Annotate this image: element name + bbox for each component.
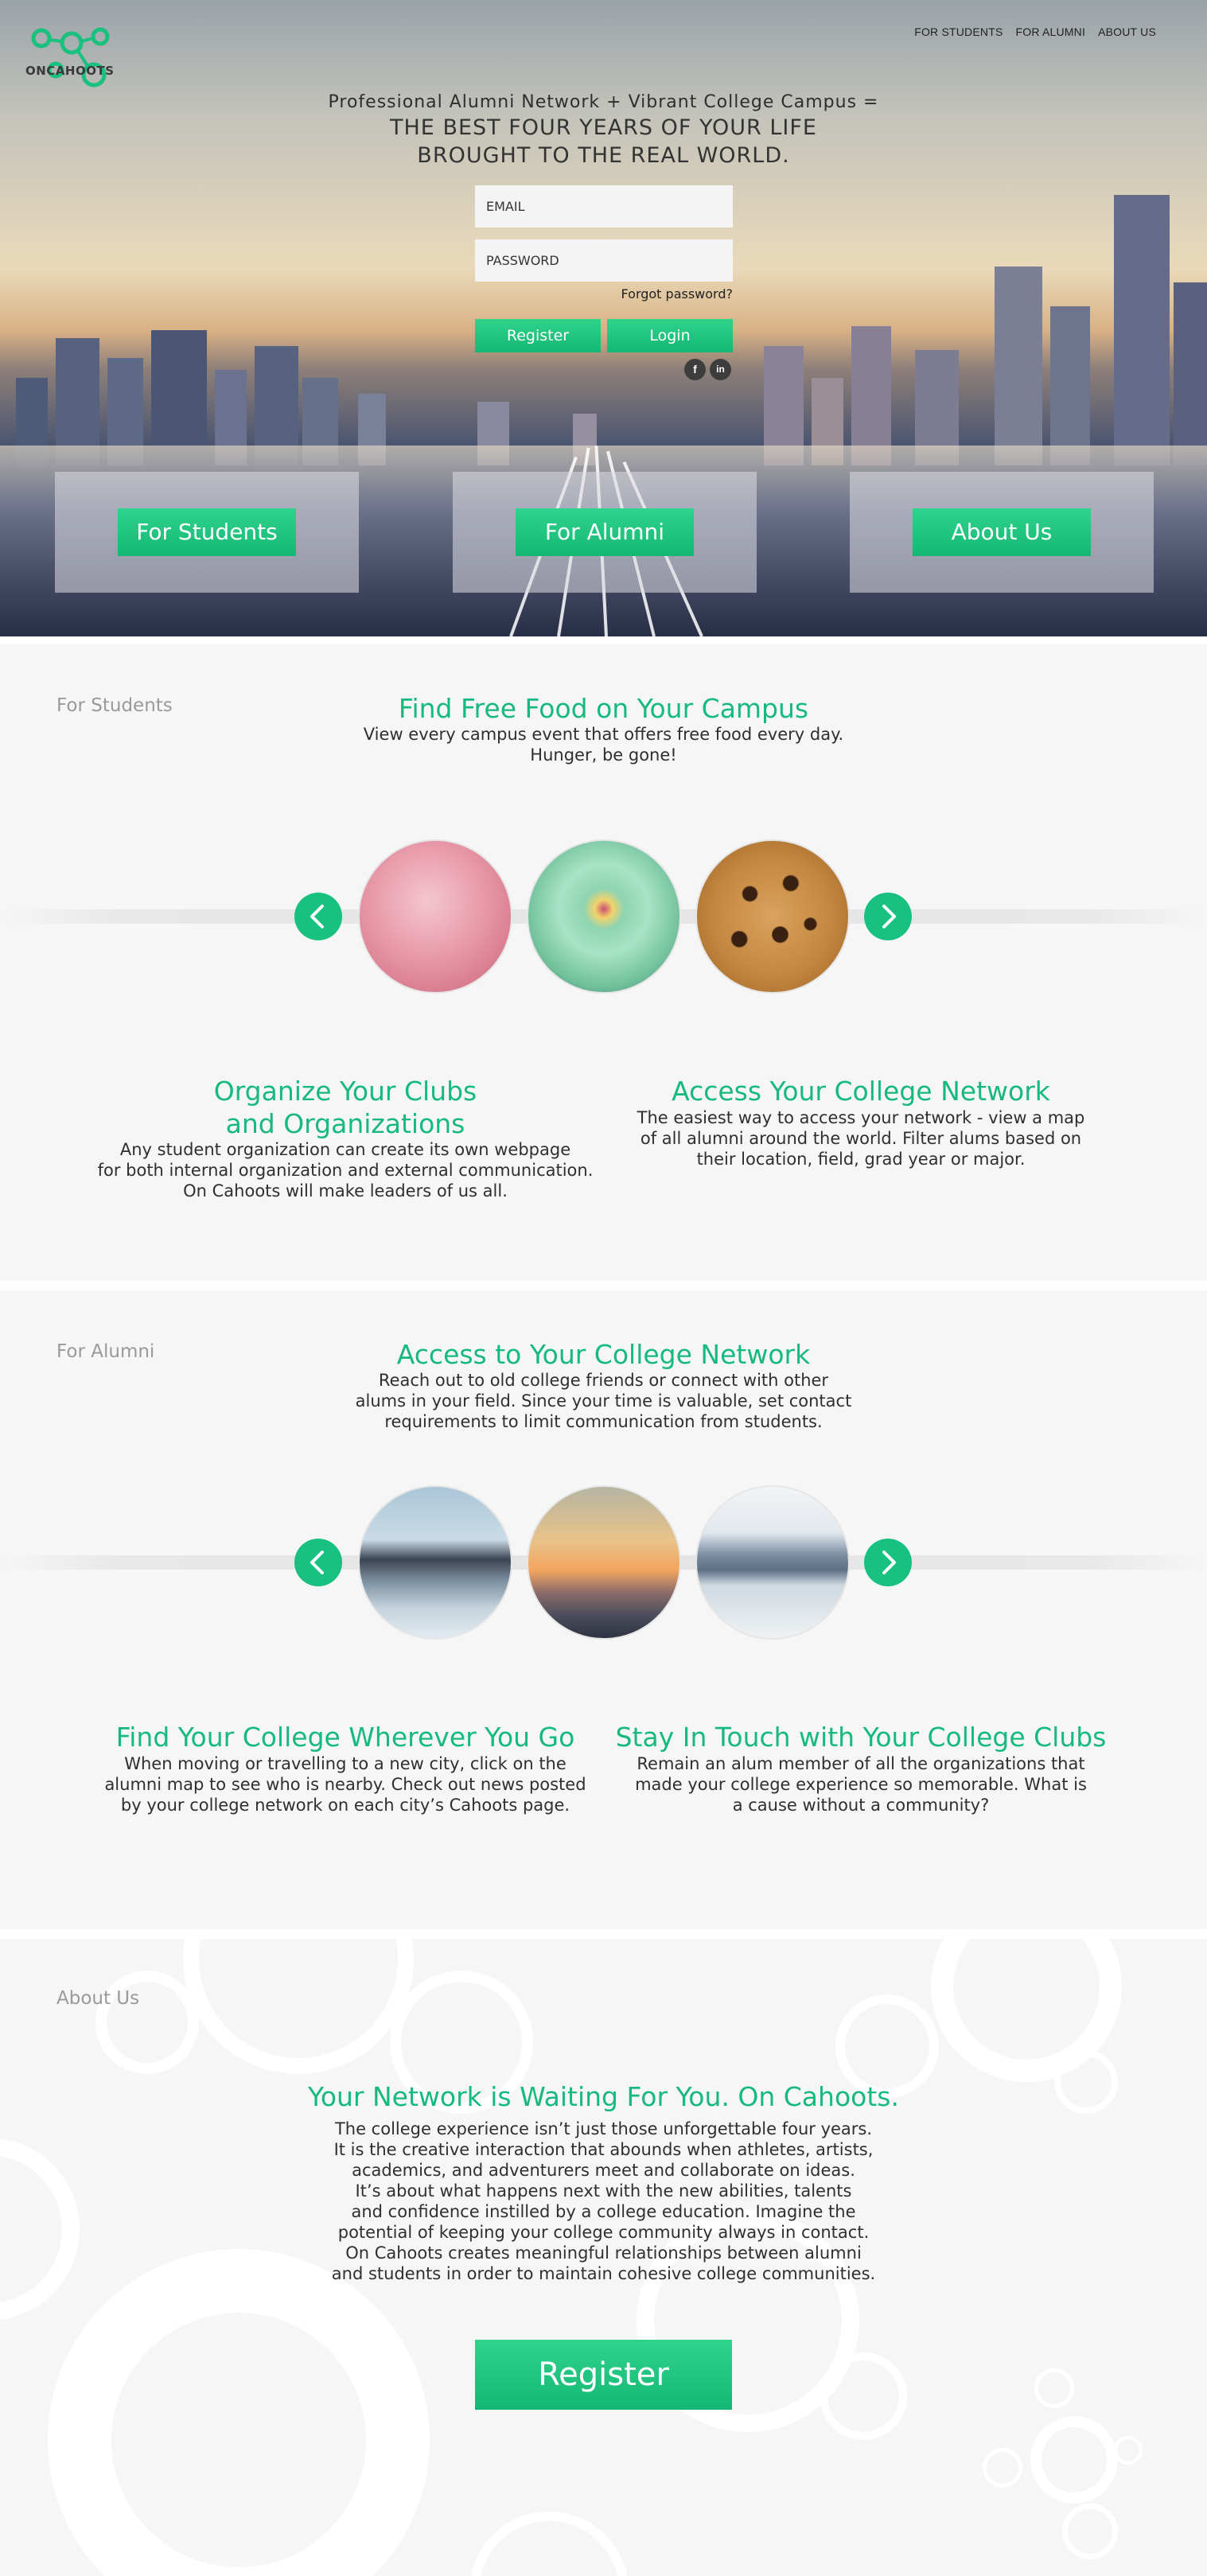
nav-for-alumni[interactable]: FOR ALUMNI — [1016, 25, 1086, 38]
about-title: Your Network is Waiting For You. On Caho… — [308, 2081, 899, 2112]
hero-headline-line1: THE BEST FOUR YEARS OF YOUR LIFE — [390, 115, 817, 140]
section-label: About Us — [56, 1988, 140, 2009]
nav-for-students[interactable]: FOR STUDENTS — [914, 25, 1003, 38]
chevron-right-icon — [882, 1551, 896, 1574]
register-bottom-button[interactable]: Register — [475, 2340, 732, 2410]
new-york-skyline-photo[interactable] — [695, 1485, 850, 1640]
access-network-title: Access Your College Network — [672, 1076, 1050, 1107]
chocolate-chip-cookie-photo[interactable] — [695, 839, 850, 994]
stay-in-touch-title: Stay In Touch with Your College Clubs — [615, 1722, 1107, 1753]
forgot-password-link[interactable]: Forgot password? — [475, 286, 733, 302]
panel-for-alumni: For Alumni — [453, 472, 757, 593]
about-us-button[interactable]: About Us — [913, 508, 1091, 556]
find-college-body-line3: by your college network on each city’s C… — [120, 1796, 570, 1815]
stay-in-touch-body-line1: Remain an alum member of all the organiz… — [637, 1754, 1085, 1773]
about-body-line3: academics, and adventurers meet and coll… — [352, 2161, 855, 2180]
about-body-line8: and students in order to maintain cohesi… — [331, 2264, 876, 2283]
chevron-right-icon — [882, 905, 896, 928]
feature-body-line2: Hunger, be gone! — [530, 745, 677, 765]
about-us-section: About Us Your Network is Waiting For You… — [0, 1939, 1207, 2576]
carousel-next-button[interactable] — [864, 1539, 912, 1586]
for-students-button[interactable]: For Students — [118, 508, 296, 556]
stay-in-touch-body-line3: a cause without a community? — [732, 1796, 990, 1815]
nav-about-us[interactable]: ABOUT US — [1098, 25, 1156, 38]
organize-clubs-title-line2: and Organizations — [225, 1108, 465, 1139]
for-students-section: For Students Find Free Food on Your Camp… — [0, 644, 1207, 1281]
chevron-left-icon — [310, 1551, 324, 1574]
find-college-body-line2: alumni map to see who is nearby. Check o… — [104, 1775, 586, 1794]
feature-body-line1: View every campus event that offers free… — [363, 725, 844, 744]
feature-title: Access to Your College Network — [396, 1339, 811, 1370]
strawberry-ice-cream-photo[interactable] — [358, 839, 512, 994]
organize-clubs-title-line1: Organize Your Clubs — [213, 1076, 477, 1107]
oncahoots-logo[interactable]: ONCAHOOTS — [24, 22, 119, 94]
about-body-line6: potential of keeping your college commun… — [337, 2223, 870, 2242]
access-network-body-line1: The easiest way to access your network -… — [637, 1108, 1085, 1127]
hero-banner: ONCAHOOTS FOR STUDENTS FOR ALUMNI ABOUT … — [0, 0, 1207, 636]
email-field[interactable] — [475, 185, 733, 228]
logo-text: ONCAHOOTS — [25, 64, 115, 78]
organize-clubs-body-line3: On Cahoots will make leaders of us all. — [183, 1181, 508, 1200]
for-alumni-section: For Alumni Access to Your College Networ… — [0, 1290, 1207, 1929]
hero-tagline: Professional Alumni Network + Vibrant Co… — [328, 92, 879, 112]
panel-about-us: About Us — [850, 472, 1154, 593]
access-network-body-line3: their location, field, grad year or majo… — [696, 1150, 1026, 1169]
feature-body-line1: Reach out to old college friends or conn… — [378, 1371, 829, 1390]
login-button[interactable]: Login — [607, 319, 733, 352]
hero-headline-line2: BROUGHT TO THE REAL WORLD. — [417, 143, 790, 168]
feature-body-line2: alums in your field. Since your time is … — [355, 1391, 852, 1411]
feature-title: Find Free Food on Your Campus — [398, 693, 809, 724]
password-field[interactable] — [475, 239, 733, 282]
linkedin-icon[interactable]: in — [710, 359, 731, 380]
for-alumni-button[interactable]: For Alumni — [516, 508, 694, 556]
access-network-body-line2: of all alumni around the world. Filter a… — [640, 1129, 1082, 1148]
about-body-line1: The college experience isn’t just those … — [334, 2119, 873, 2138]
carousel-prev-button[interactable] — [294, 893, 342, 940]
register-button[interactable]: Register — [475, 319, 601, 352]
find-college-body-line1: When moving or travelling to a new city,… — [124, 1754, 567, 1773]
about-body-line7: On Cahoots creates meaningful relationsh… — [345, 2243, 862, 2263]
sunset-city-photo[interactable] — [527, 1485, 681, 1640]
cupcake-photo[interactable] — [527, 839, 681, 994]
find-college-title: Find Your College Wherever You Go — [115, 1722, 575, 1753]
stay-in-touch-body-line2: made your college experience so memorabl… — [635, 1775, 1087, 1794]
connected-rings-logo-icon — [31, 27, 110, 88]
panel-for-students: For Students — [55, 472, 359, 593]
about-body-line2: It is the creative interaction that abou… — [333, 2140, 874, 2159]
chicago-skyline-photo[interactable] — [358, 1485, 512, 1640]
carousel-prev-button[interactable] — [294, 1539, 342, 1586]
carousel-next-button[interactable] — [864, 893, 912, 940]
about-body-line5: and confidence instilled by a college ed… — [351, 2202, 856, 2221]
top-navigation: FOR STUDENTS FOR ALUMNI ABOUT US — [914, 25, 1156, 38]
organize-clubs-body-line2: for both internal organization and exter… — [97, 1161, 594, 1180]
chevron-left-icon — [310, 905, 324, 928]
feature-body-line3: requirements to limit communication from… — [384, 1412, 823, 1431]
organize-clubs-body-line1: Any student organization can create its … — [119, 1140, 571, 1159]
facebook-icon[interactable]: f — [684, 359, 706, 380]
about-body-line4: It’s about what happens next with the ne… — [355, 2181, 852, 2200]
